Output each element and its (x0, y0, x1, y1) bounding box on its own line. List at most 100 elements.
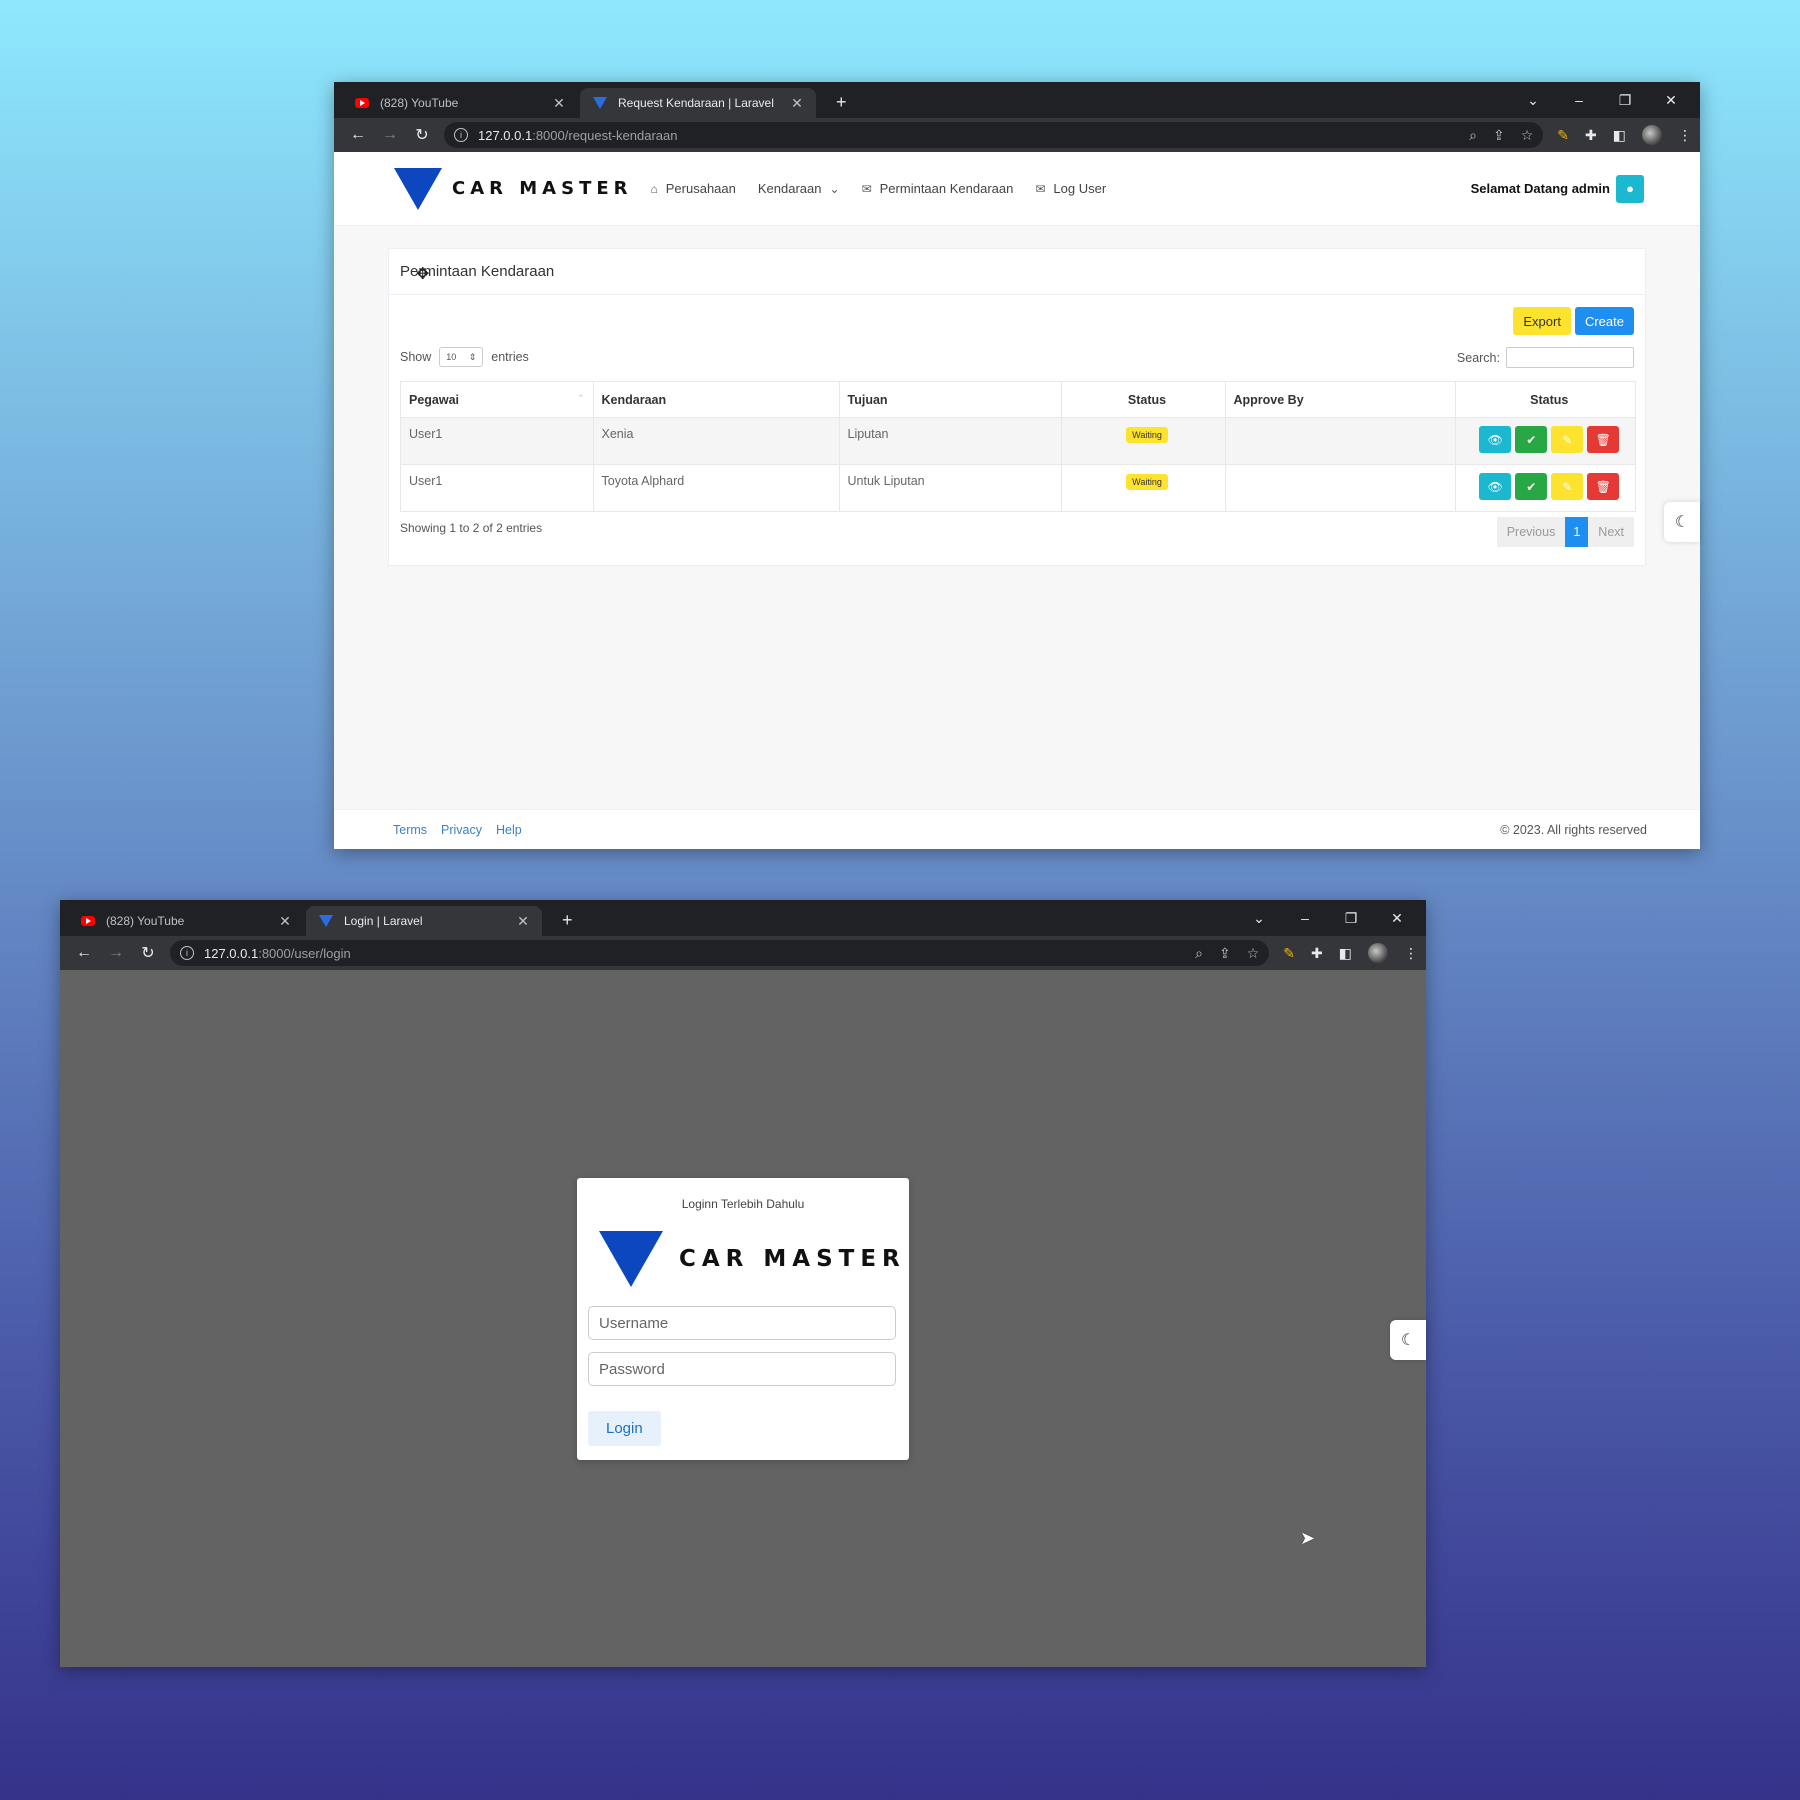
puzzle-extensions-icon[interactable]: ✚ (1585, 127, 1597, 144)
column-header-actions[interactable]: Status (1455, 381, 1636, 418)
address-bar[interactable]: i 127.0.0.1:8000/request-kendaraan ⌕ ⇪ ☆ (444, 122, 1544, 148)
back-icon[interactable]: ← (342, 126, 374, 144)
approve-button[interactable]: ✔ (1515, 426, 1548, 453)
youtube-icon (354, 95, 370, 111)
more-menu-icon[interactable]: ⋮ (1678, 127, 1692, 144)
view-button[interactable]: 👁 (1479, 473, 1512, 500)
zoom-icon[interactable]: ⌕ (1195, 945, 1203, 962)
app-footer: Terms Privacy Help © 2023. All rights re… (334, 809, 1700, 849)
info-icon[interactable]: i (454, 128, 468, 142)
close-tab-icon[interactable]: ✕ (516, 913, 530, 930)
delete-button[interactable]: 🗑 (1587, 426, 1620, 453)
reload-icon[interactable]: ↻ (132, 943, 164, 963)
pagination-page-1[interactable]: 1 (1565, 517, 1589, 547)
side-panel-icon[interactable]: ◧ (1613, 127, 1626, 144)
new-tab-icon[interactable]: + (836, 92, 847, 113)
create-button[interactable]: Create (1574, 307, 1634, 335)
info-icon[interactable]: i (180, 946, 194, 960)
share-icon[interactable]: ⇪ (1493, 127, 1505, 144)
minimize-icon[interactable]: – (1556, 88, 1602, 112)
restore-icon[interactable]: ❐ (1328, 906, 1374, 930)
profile-avatar[interactable] (1368, 943, 1388, 963)
close-tab-icon[interactable]: ✕ (790, 95, 804, 112)
status-badge: Waiting (1126, 427, 1168, 443)
new-tab-icon[interactable]: + (562, 910, 573, 931)
password-field[interactable] (588, 1352, 896, 1386)
profile-avatar[interactable] (1642, 125, 1662, 145)
menu-item-kendaraan[interactable]: Kendaraan ⌄ (758, 181, 840, 196)
share-icon[interactable]: ⇪ (1219, 945, 1231, 962)
reload-icon[interactable]: ↻ (406, 125, 438, 145)
tab-youtube[interactable]: (828) YouTube ✕ (68, 906, 304, 936)
welcome-user: Selamat Datang admin ● (1471, 174, 1644, 203)
approve-button[interactable]: ✔ (1515, 473, 1548, 500)
bookmark-star-icon[interactable]: ☆ (1247, 945, 1260, 962)
menu-item-log-user[interactable]: ✉ Log User (1035, 181, 1106, 196)
footer-link-help[interactable]: Help (496, 823, 522, 837)
url-host: 127.0.0.1 (204, 945, 259, 961)
delete-button[interactable]: 🗑 (1587, 473, 1620, 500)
user-icon[interactable]: ● (1616, 174, 1644, 203)
cell-approve-by (1225, 417, 1456, 465)
dark-mode-toggle[interactable]: ☾ (1390, 1320, 1426, 1360)
menu-item-permintaan-kendaraan[interactable]: ✉ Permintaan Kendaraan (862, 181, 1014, 196)
login-button[interactable]: Login (588, 1411, 661, 1446)
back-icon[interactable]: ← (68, 944, 100, 962)
search-label: Search: (1456, 350, 1500, 365)
envelope-icon: ✉ (1035, 181, 1046, 196)
tab-request-kendaraan[interactable]: Request Kendaraan | Laravel ✕ (580, 88, 816, 118)
column-header-pegawai[interactable]: Pegawai ⌃ (401, 381, 594, 418)
browser-toolbar: ← → ↻ i 127.0.0.1:8000/request-kendaraan… (334, 118, 1700, 152)
side-panel-icon[interactable]: ◧ (1339, 945, 1352, 962)
tab-title: Login | Laravel (344, 914, 423, 928)
bookmark-star-icon[interactable]: ☆ (1521, 127, 1534, 144)
menu-item-perusahaan[interactable]: ⌂ Perusahaan (651, 181, 736, 196)
tab-youtube[interactable]: (828) YouTube ✕ (342, 88, 578, 118)
pagination-previous[interactable]: Previous (1496, 517, 1566, 547)
edit-button[interactable]: ✎ (1551, 473, 1584, 500)
page-viewport: CAR MASTER ⌂ Perusahaan Kendaraan ⌄ ✉ Permi… (334, 152, 1700, 849)
pen-extension-icon[interactable]: ✎ (1557, 127, 1569, 144)
more-menu-icon[interactable]: ⋮ (1404, 945, 1418, 962)
carmaster-logo[interactable]: CAR MASTER (394, 167, 633, 210)
column-header-tujuan[interactable]: Tujuan (839, 381, 1062, 418)
column-header-kendaraan[interactable]: Kendaraan (593, 381, 840, 418)
column-header-status[interactable]: Status (1061, 381, 1226, 418)
tab-search-icon[interactable]: ⌄ (1236, 906, 1282, 930)
footer-link-terms[interactable]: Terms (393, 823, 427, 837)
forward-icon[interactable]: → (100, 944, 132, 962)
search-input[interactable] (1506, 347, 1634, 368)
cell-kendaraan: Toyota Alphard (593, 464, 840, 512)
edit-button[interactable]: ✎ (1551, 426, 1584, 453)
puzzle-extensions-icon[interactable]: ✚ (1311, 945, 1323, 962)
address-bar[interactable]: i 127.0.0.1:8000/user/login ⌕ ⇪ ☆ (170, 940, 1270, 966)
pagination-next[interactable]: Next (1588, 517, 1634, 547)
view-button[interactable]: 👁 (1479, 426, 1512, 453)
minimize-icon[interactable]: – (1282, 906, 1328, 930)
tab-login[interactable]: Login | Laravel ✕ (306, 906, 542, 936)
column-header-approve-by[interactable]: Approve By (1225, 381, 1456, 418)
restore-icon[interactable]: ❐ (1602, 88, 1648, 112)
forward-icon[interactable]: → (374, 126, 406, 144)
dark-mode-toggle[interactable]: ☾ (1664, 502, 1700, 542)
menu-label: Permintaan Kendaraan (879, 181, 1014, 196)
close-window-icon[interactable]: ✕ (1374, 906, 1420, 930)
browser-toolbar: ← → ↻ i 127.0.0.1:8000/user/login ⌕ ⇪ ☆ ✎ … (60, 936, 1426, 970)
footer-link-privacy[interactable]: Privacy (441, 823, 482, 837)
entries-label: entries (491, 350, 529, 364)
tab-search-icon[interactable]: ⌄ (1510, 88, 1556, 112)
envelope-icon: ✉ (861, 181, 872, 196)
close-tab-icon[interactable]: ✕ (552, 95, 566, 112)
tab-title: (828) YouTube (106, 914, 185, 928)
entries-select[interactable]: 10 ⇕ (439, 347, 484, 367)
username-field[interactable] (588, 1306, 896, 1340)
status-badge: Waiting (1126, 474, 1168, 490)
pen-extension-icon[interactable]: ✎ (1283, 945, 1295, 962)
tab-title: (828) YouTube (380, 96, 459, 110)
export-button[interactable]: Export (1513, 307, 1571, 335)
carmaster-icon (592, 95, 608, 111)
zoom-icon[interactable]: ⌕ (1469, 127, 1477, 144)
brand-name: CAR MASTER (452, 178, 633, 199)
close-window-icon[interactable]: ✕ (1648, 88, 1694, 112)
close-tab-icon[interactable]: ✕ (278, 913, 292, 930)
